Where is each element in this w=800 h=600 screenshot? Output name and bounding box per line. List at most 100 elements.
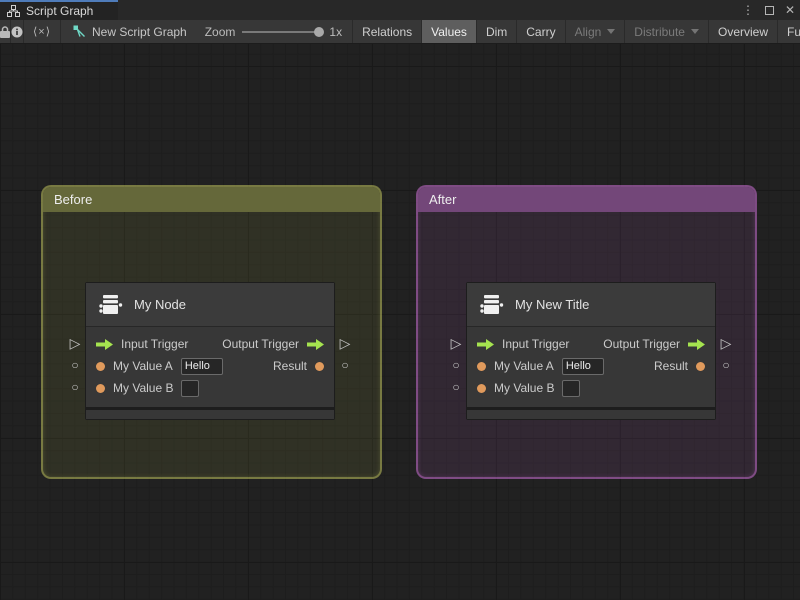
relations-button[interactable]: Relations: [353, 20, 423, 43]
flow-input-port[interactable]: ▷: [65, 332, 85, 354]
maximize-icon[interactable]: [764, 5, 774, 15]
value-output-port[interactable]: ○: [716, 354, 736, 376]
flow-output-port[interactable]: ▷: [335, 332, 355, 354]
value-port-icon[interactable]: [96, 361, 105, 371]
close-icon[interactable]: ✕: [785, 0, 795, 20]
graph-canvas[interactable]: Before After ▷ ○ ○ My Node Input Trigger…: [0, 44, 800, 600]
node-my-node[interactable]: ▷ ○ ○ My Node Input Trigger Output Trigg…: [65, 282, 355, 420]
group-before-title: Before: [54, 192, 93, 207]
group-after-title: After: [429, 192, 457, 207]
output-trigger-label: Output Trigger: [222, 337, 299, 351]
port-row-value-b: My Value B: [86, 377, 334, 399]
unit-node-icon: [99, 294, 123, 314]
value-input-port-a[interactable]: ○: [446, 354, 466, 376]
flow-output-port[interactable]: ▷: [716, 332, 736, 354]
output-trigger-label: Output Trigger: [603, 337, 680, 351]
distribute-button: Distribute: [625, 20, 709, 43]
relations-label: Relations: [362, 24, 413, 39]
carry-button[interactable]: Carry: [517, 20, 566, 43]
flow-arrow-icon[interactable]: [96, 338, 113, 350]
values-label: Values: [431, 24, 467, 39]
input-port-column: ▷ ○ ○: [446, 282, 466, 420]
flow-arrow-icon[interactable]: [307, 338, 324, 350]
overview-button[interactable]: Overview: [709, 20, 778, 43]
value-a-label: My Value A: [494, 359, 554, 373]
value-b-label: My Value B: [113, 381, 174, 395]
value-port-icon[interactable]: [696, 361, 705, 371]
window-controls: ⋮ ✕: [742, 0, 795, 20]
flow-arrow-icon[interactable]: [477, 338, 494, 350]
lock-button[interactable]: [0, 20, 11, 43]
distribute-label: Distribute: [634, 24, 685, 39]
fullscreen-button[interactable]: Full Scr: [778, 20, 800, 43]
output-port-column: ▷ ○: [335, 282, 355, 420]
input-trigger-label: Input Trigger: [121, 337, 189, 351]
node-title: My Node: [134, 297, 187, 312]
result-label: Result: [272, 359, 307, 373]
value-input-port-a[interactable]: ○: [65, 354, 85, 376]
carry-label: Carry: [526, 24, 556, 39]
toolbar-toggles: Relations Values Dim Carry Align Distrib…: [352, 20, 800, 43]
value-b-input[interactable]: [181, 379, 200, 397]
tab-script-graph[interactable]: Script Graph: [0, 0, 118, 20]
value-port-icon[interactable]: [477, 383, 486, 393]
node-my-new-title[interactable]: ▷ ○ ○ My New Title Input Trigger Output …: [446, 282, 736, 420]
port-row-value-a: My Value A Result: [467, 355, 715, 377]
value-input-port-b[interactable]: ○: [65, 376, 85, 398]
value-port-icon[interactable]: [315, 361, 324, 371]
fullscreen-label: Full Scr: [787, 24, 800, 39]
node-footer: [86, 407, 334, 419]
dim-label: Dim: [485, 24, 508, 39]
info-button[interactable]: [11, 20, 24, 43]
align-button: Align: [566, 20, 626, 43]
value-input-port-b[interactable]: ○: [446, 376, 466, 398]
info-icon: [11, 26, 23, 37]
code-icon: ⟨×⟩: [33, 26, 52, 38]
zoom-slider-thumb[interactable]: [314, 26, 325, 37]
zoom-label: Zoom: [204, 24, 236, 39]
flow-arrow-icon[interactable]: [688, 338, 705, 350]
value-port-icon[interactable]: [96, 383, 105, 393]
node-body-my-new-title[interactable]: My New Title Input Trigger Output Trigge…: [466, 282, 716, 420]
value-output-port[interactable]: ○: [335, 354, 355, 376]
node-title: My New Title: [515, 297, 590, 312]
value-a-label: My Value A: [113, 359, 173, 373]
node-body-my-node[interactable]: My Node Input Trigger Output Trigger My …: [85, 282, 335, 420]
port-row-value-b: My Value B: [467, 377, 715, 399]
code-preview-button[interactable]: ⟨×⟩: [24, 20, 62, 43]
input-trigger-label: Input Trigger: [502, 337, 570, 351]
lock-icon: [0, 25, 10, 38]
port-row-trigger: Input Trigger Output Trigger: [467, 333, 715, 355]
chevron-down-icon: [607, 29, 616, 34]
group-after-header[interactable]: After: [418, 187, 755, 212]
tab-title: Script Graph: [26, 4, 94, 18]
script-graph-asset-icon: [73, 25, 86, 37]
port-row-value-a: My Value A Result: [86, 355, 334, 377]
graph-toolbar: ⟨×⟩ New Script Graph Zoom 1x Relations V…: [0, 20, 800, 44]
node-header[interactable]: My New Title: [467, 283, 715, 327]
port-row-trigger: Input Trigger Output Trigger: [86, 333, 334, 355]
unit-node-icon: [480, 294, 504, 314]
result-label: Result: [653, 359, 688, 373]
zoom-slider[interactable]: [242, 26, 325, 37]
graph-reference-label: New Script Graph: [92, 24, 187, 39]
values-button[interactable]: Values: [422, 20, 477, 43]
kebab-menu-icon[interactable]: ⋮: [742, 0, 754, 20]
dim-button[interactable]: Dim: [477, 20, 518, 43]
group-before-header[interactable]: Before: [43, 187, 380, 212]
zoom-control: Zoom 1x: [205, 20, 342, 43]
overview-label: Overview: [717, 24, 768, 39]
zoom-value: 1x: [329, 24, 343, 39]
chevron-down-icon: [690, 29, 699, 34]
node-header[interactable]: My Node: [86, 283, 334, 327]
value-b-input[interactable]: [562, 379, 581, 397]
node-port-rows: Input Trigger Output Trigger My Value A …: [86, 327, 334, 407]
value-port-icon[interactable]: [477, 361, 486, 371]
flow-input-port[interactable]: ▷: [446, 332, 466, 354]
input-port-column: ▷ ○ ○: [65, 282, 85, 420]
graph-reference[interactable]: New Script Graph: [73, 20, 187, 43]
value-b-label: My Value B: [494, 381, 555, 395]
node-port-rows: Input Trigger Output Trigger My Value A …: [467, 327, 715, 407]
value-a-input[interactable]: [561, 357, 604, 375]
value-a-input[interactable]: [180, 357, 223, 375]
